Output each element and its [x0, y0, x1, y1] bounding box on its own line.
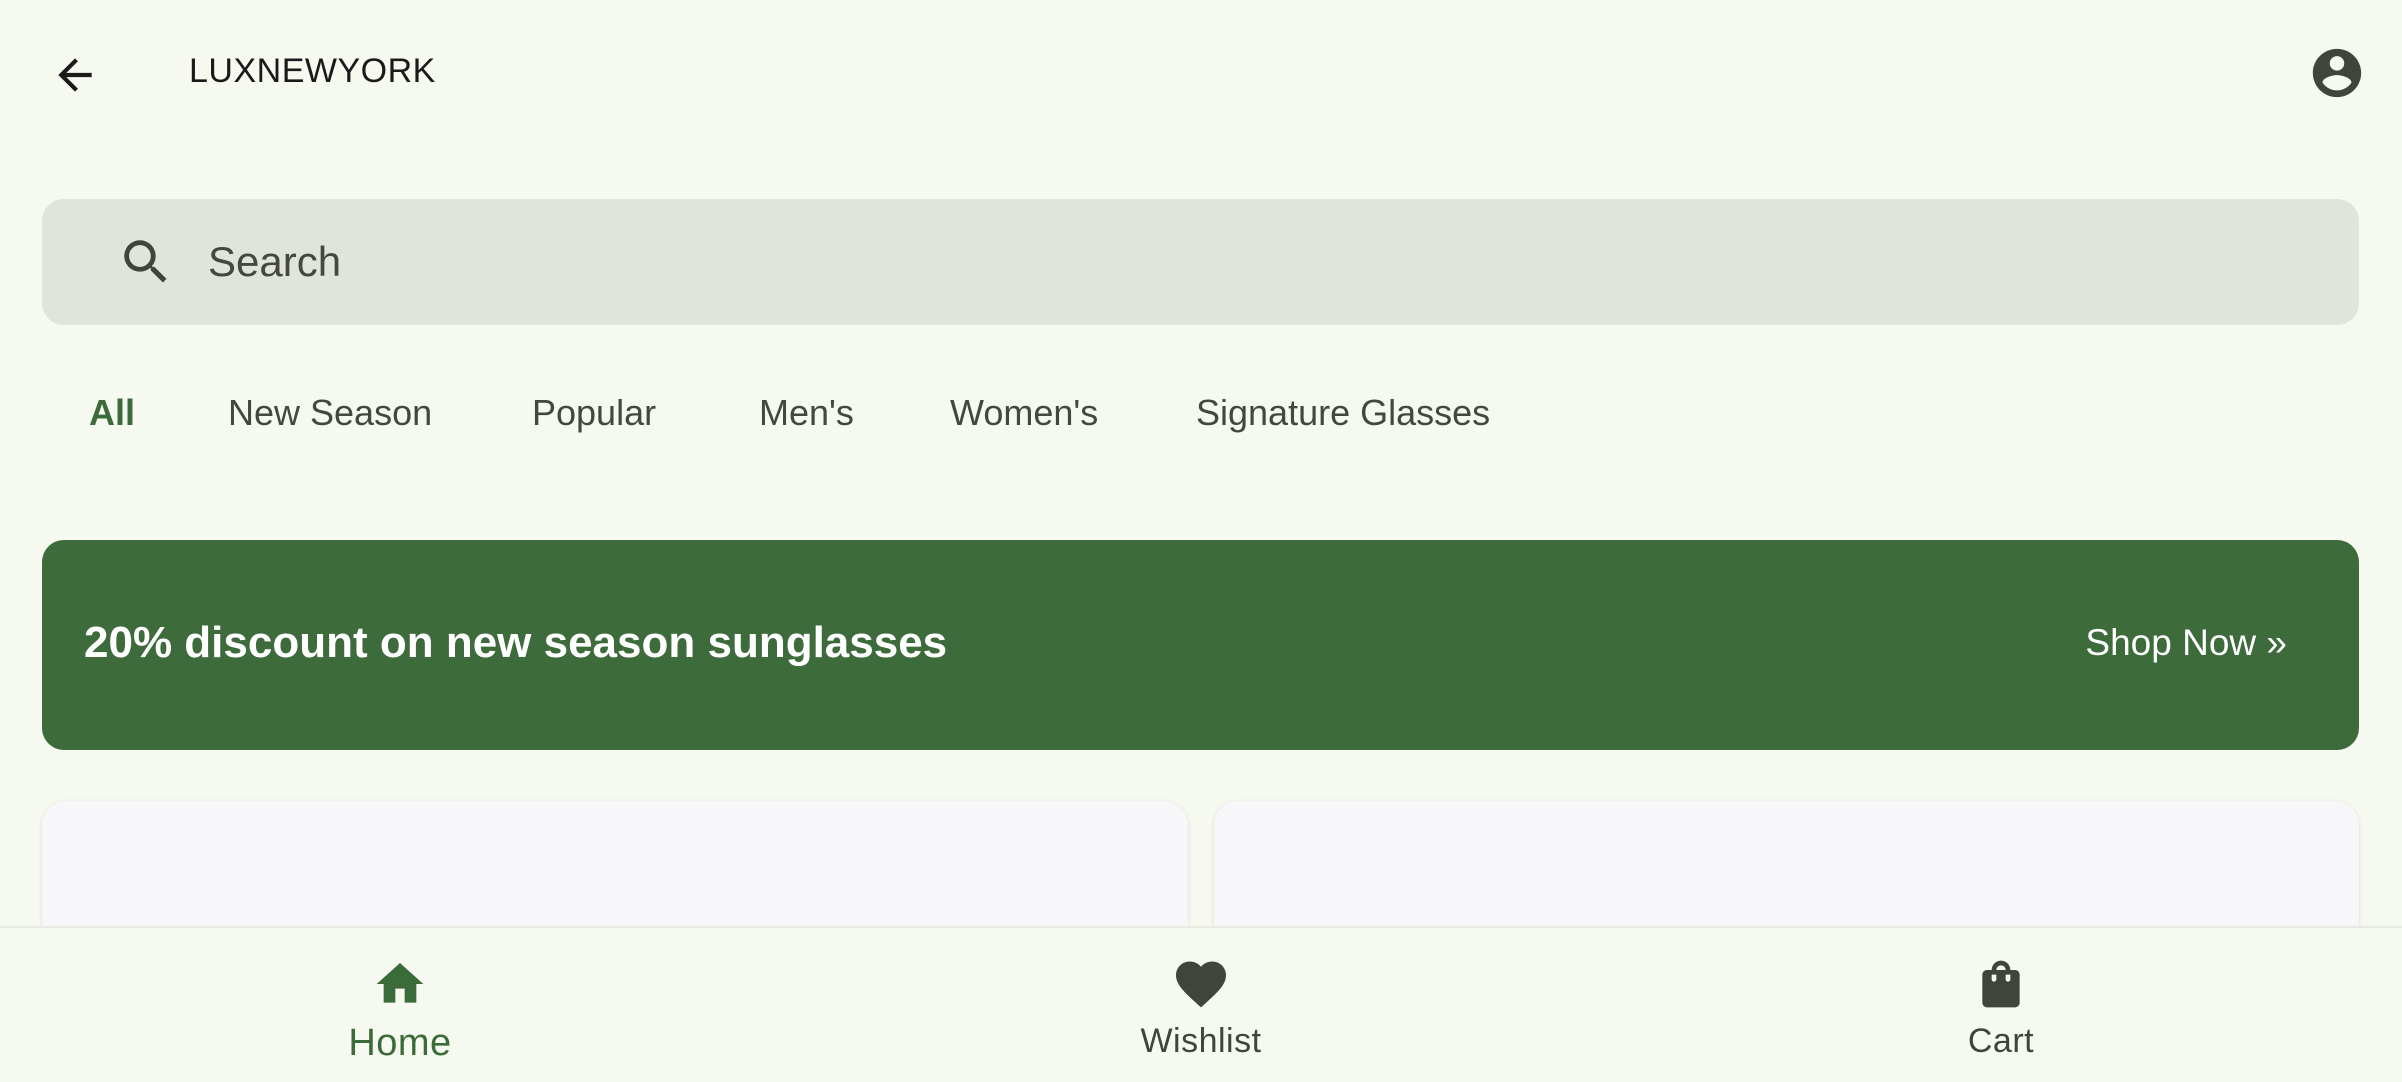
home-icon: [372, 954, 428, 1014]
tab-all[interactable]: All: [89, 392, 135, 434]
nav-home[interactable]: Home: [250, 928, 550, 1082]
nav-label-cart: Cart: [1967, 1022, 2035, 1060]
tab-popular[interactable]: Popular: [532, 392, 656, 434]
search-input[interactable]: [208, 238, 2108, 286]
heart-icon: [1171, 954, 1231, 1014]
brand-title: LUXNEWYORK: [189, 52, 436, 90]
shopping-bag-icon: [1973, 954, 2029, 1014]
account-circle-icon: [2312, 48, 2362, 98]
search-bar[interactable]: [42, 199, 2359, 325]
tab-womens[interactable]: Women's: [950, 392, 1098, 434]
top-app-bar: LUXNEWYORK: [0, 0, 2402, 150]
promo-text: 20% discount on new season sunglasses: [84, 618, 948, 667]
nav-label-home: Home: [348, 1022, 452, 1064]
tab-signature-glasses[interactable]: Signature Glasses: [1196, 392, 1490, 434]
tab-mens[interactable]: Men's: [759, 392, 854, 434]
app-screen: LUXNEWYORK All New Season Popular Men's …: [0, 0, 2402, 1082]
search-icon: [116, 232, 176, 292]
nav-cart[interactable]: Cart: [1851, 928, 2151, 1082]
bottom-navigation: Home Wishlist Cart: [0, 926, 2402, 1082]
tab-new-season[interactable]: New Season: [228, 392, 432, 434]
back-button[interactable]: [40, 40, 110, 110]
promo-banner[interactable]: 20% discount on new season sunglasses Sh…: [42, 540, 2359, 750]
shop-now-link[interactable]: Shop Now »: [2085, 622, 2287, 664]
arrow-back-icon: [58, 58, 92, 92]
category-tabs: All New Season Popular Men's Women's Sig…: [0, 380, 2402, 450]
account-button[interactable]: [2306, 42, 2368, 104]
nav-label-wishlist: Wishlist: [1140, 1022, 1262, 1060]
nav-wishlist[interactable]: Wishlist: [1051, 928, 1351, 1082]
